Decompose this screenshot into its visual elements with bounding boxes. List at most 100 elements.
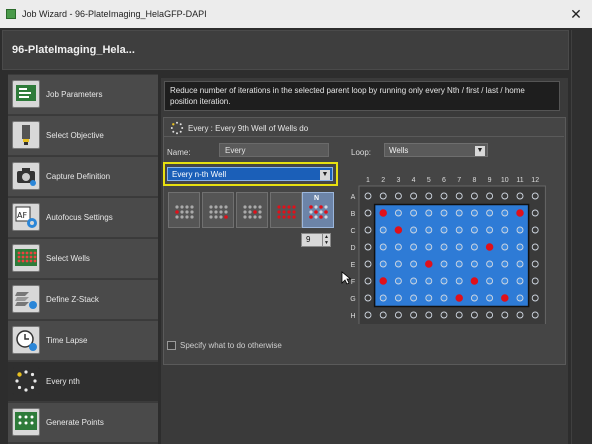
well-F9[interactable] <box>486 277 494 285</box>
sidebar-item-autofocus-settings[interactable]: AF Autofocus Settings <box>8 197 158 237</box>
sidebar-item-every-nth[interactable]: Every nth <box>8 361 158 401</box>
well-F5[interactable] <box>425 277 433 285</box>
well-C6[interactable] <box>440 226 448 234</box>
well-E3[interactable] <box>394 260 402 268</box>
well-D9[interactable] <box>485 243 494 251</box>
well-E1[interactable] <box>364 260 372 268</box>
well-C2[interactable] <box>379 226 387 234</box>
well-H3[interactable] <box>394 311 402 319</box>
well-C4[interactable] <box>410 226 418 234</box>
well-G10[interactable] <box>501 294 509 302</box>
well-E7[interactable] <box>455 260 463 268</box>
sidebar-item-capture-definition[interactable]: Capture Definition <box>8 156 158 196</box>
well-D7[interactable] <box>455 243 463 251</box>
well-B7[interactable] <box>455 209 463 217</box>
well-F12[interactable] <box>531 277 539 285</box>
well-E4[interactable] <box>410 260 418 268</box>
well-H2[interactable] <box>379 311 387 319</box>
well-F10[interactable] <box>501 277 509 285</box>
well-H4[interactable] <box>410 311 418 319</box>
well-H7[interactable] <box>455 311 463 319</box>
well-A2[interactable] <box>379 192 387 200</box>
well-A10[interactable] <box>501 192 509 200</box>
well-D10[interactable] <box>501 243 509 251</box>
well-plate[interactable]: 1 2 3 4 5 6 7 8 9 10 11 12ABCDEFGH <box>346 172 546 324</box>
well-G1[interactable] <box>364 294 372 302</box>
pattern-last-button[interactable] <box>202 192 234 228</box>
well-D6[interactable] <box>440 243 448 251</box>
well-F3[interactable] <box>394 277 402 285</box>
sidebar-item-define-z-stack[interactable]: Define Z-Stack <box>8 279 158 319</box>
well-E2[interactable] <box>379 260 387 268</box>
well-A5[interactable] <box>425 192 433 200</box>
well-E9[interactable] <box>486 260 494 268</box>
sidebar-item-job-parameters[interactable]: Job Parameters <box>8 74 158 114</box>
well-B2[interactable] <box>379 209 387 217</box>
right-scroll-strip[interactable] <box>571 30 592 444</box>
well-E10[interactable] <box>501 260 509 268</box>
well-G11[interactable] <box>516 294 524 302</box>
well-A8[interactable] <box>470 192 478 200</box>
well-B11[interactable] <box>516 209 524 217</box>
well-F8[interactable] <box>470 277 479 285</box>
well-C3[interactable] <box>394 226 403 234</box>
close-icon[interactable]: ✕ <box>566 5 586 23</box>
well-H1[interactable] <box>364 311 372 319</box>
sidebar-item-select-wells[interactable]: Select Wells <box>8 238 158 278</box>
pattern-first-button[interactable] <box>168 192 200 228</box>
spin-arrows-icon[interactable]: ▲ ▼ <box>322 234 330 246</box>
well-E11[interactable] <box>516 260 524 268</box>
well-B5[interactable] <box>425 209 433 217</box>
well-G9[interactable] <box>486 294 494 302</box>
loop-select[interactable]: Wells ▼ <box>384 143 488 157</box>
well-G6[interactable] <box>440 294 448 302</box>
well-B8[interactable] <box>470 209 478 217</box>
well-C9[interactable] <box>486 226 494 234</box>
well-E6[interactable] <box>440 260 448 268</box>
well-C12[interactable] <box>531 226 539 234</box>
well-F2[interactable] <box>379 277 387 285</box>
well-C8[interactable] <box>470 226 478 234</box>
well-G4[interactable] <box>410 294 418 302</box>
well-D12[interactable] <box>531 243 539 251</box>
well-A12[interactable] <box>531 192 539 200</box>
well-B3[interactable] <box>394 209 402 217</box>
well-A4[interactable] <box>410 192 418 200</box>
well-H10[interactable] <box>501 311 509 319</box>
well-H11[interactable] <box>516 311 524 319</box>
well-C5[interactable] <box>425 226 433 234</box>
well-F11[interactable] <box>516 277 524 285</box>
pattern-every-nth-button[interactable]: N <box>302 192 334 228</box>
well-H12[interactable] <box>531 311 539 319</box>
name-field[interactable]: Every <box>219 143 329 157</box>
pattern-all-button[interactable] <box>270 192 302 228</box>
well-C11[interactable] <box>516 226 524 234</box>
well-E8[interactable] <box>470 260 478 268</box>
well-G12[interactable] <box>531 294 539 302</box>
mode-select[interactable]: Every n-th Well ▼ <box>167 167 333 181</box>
well-D1[interactable] <box>364 243 372 251</box>
well-G3[interactable] <box>394 294 402 302</box>
otherwise-checkbox[interactable] <box>167 341 176 350</box>
well-D3[interactable] <box>394 243 402 251</box>
well-H5[interactable] <box>425 311 433 319</box>
well-C7[interactable] <box>455 226 463 234</box>
well-selection[interactable] <box>373 203 530 308</box>
well-A6[interactable] <box>440 192 448 200</box>
well-D2[interactable] <box>379 243 387 251</box>
well-C1[interactable] <box>364 226 372 234</box>
well-B1[interactable] <box>364 209 372 217</box>
well-H6[interactable] <box>440 311 448 319</box>
well-F4[interactable] <box>410 277 418 285</box>
well-B12[interactable] <box>531 209 539 217</box>
well-G7[interactable] <box>455 294 463 302</box>
sidebar-item-time-lapse[interactable]: Time Lapse <box>8 320 158 360</box>
well-A3[interactable] <box>394 192 402 200</box>
sidebar-item-generate-points[interactable]: Generate Points <box>8 402 158 442</box>
well-A7[interactable] <box>455 192 463 200</box>
well-B4[interactable] <box>410 209 418 217</box>
well-D5[interactable] <box>425 243 433 251</box>
well-A9[interactable] <box>486 192 494 200</box>
well-F6[interactable] <box>440 277 448 285</box>
well-A1[interactable] <box>364 192 372 200</box>
